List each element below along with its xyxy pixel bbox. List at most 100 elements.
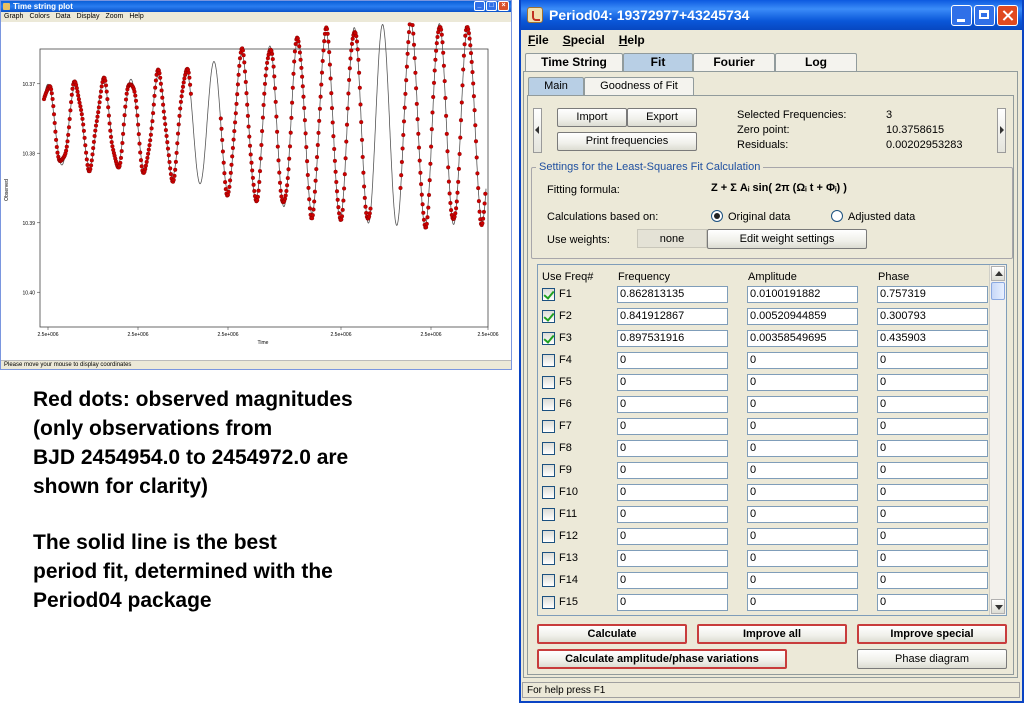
tab-fit[interactable]: Fit [623,53,693,72]
tab-fourier[interactable]: Fourier [693,53,775,71]
use-freq-checkbox[interactable] [542,486,555,499]
tab-goodness-of-fit[interactable]: Goodness of Fit [584,77,694,95]
amplitude-field[interactable]: 0.0100191882 [747,286,858,303]
time-string-chart[interactable]: 10.37 10.38 10.39 10.40 2.5e+006 2.5e+006 2.5e… [1,22,511,360]
amplitude-field[interactable]: 0 [747,594,858,611]
phase-field[interactable]: 0 [877,374,988,391]
frequency-field[interactable]: 0 [617,572,728,589]
scrollbar-thumb[interactable] [991,282,1005,300]
import-button[interactable]: Import [557,108,627,127]
menu-display[interactable]: Display [77,12,100,22]
table-scrollbar[interactable] [989,265,1006,615]
amplitude-field[interactable]: 0 [747,550,858,567]
phase-field[interactable]: 0 [877,572,988,589]
use-freq-checkbox[interactable] [542,332,555,345]
use-freq-checkbox[interactable] [542,398,555,411]
use-freq-checkbox[interactable] [542,530,555,543]
scroll-right-button[interactable] [997,108,1006,153]
tab-time-string[interactable]: Time String [525,53,623,71]
frequency-field[interactable]: 0 [617,374,728,391]
amplitude-field[interactable]: 0.00520944859 [747,308,858,325]
phase-field[interactable]: 0.757319 [877,286,988,303]
phase-field[interactable]: 0 [877,484,988,501]
improve-all-button[interactable]: Improve all [697,624,847,644]
phase-field[interactable]: 0 [877,352,988,369]
amplitude-field[interactable]: 0.00358549695 [747,330,858,347]
tab-main[interactable]: Main [528,77,584,96]
menu-help[interactable]: Help [619,30,645,50]
amplitude-field[interactable]: 0 [747,572,858,589]
frequency-field[interactable]: 0 [617,528,728,545]
amplitude-phase-variations-button[interactable]: Calculate amplitude/phase variations [537,649,787,669]
use-freq-checkbox[interactable] [542,552,555,565]
use-freq-checkbox[interactable] [542,574,555,587]
close-button[interactable]: × [498,1,509,11]
export-button[interactable]: Export [627,108,697,127]
menu-help[interactable]: Help [129,12,143,22]
menu-data[interactable]: Data [56,12,71,22]
use-freq-checkbox[interactable] [542,354,555,367]
amplitude-field[interactable]: 0 [747,418,858,435]
use-freq-checkbox[interactable] [542,420,555,433]
frequency-field[interactable]: 0 [617,550,728,567]
scroll-left-button[interactable] [533,108,542,153]
scroll-down-button[interactable] [991,599,1005,614]
frequency-field[interactable]: 0 [617,396,728,413]
improve-special-button[interactable]: Improve special [857,624,1007,644]
frequency-field[interactable]: 0 [617,506,728,523]
phase-field[interactable]: 0 [877,462,988,479]
close-button[interactable] [997,5,1018,26]
frequency-field[interactable]: 0.897531916 [617,330,728,347]
phase-field[interactable]: 0 [877,550,988,567]
amplitude-field[interactable]: 0 [747,528,858,545]
frequency-field[interactable]: 0 [617,440,728,457]
frequency-field[interactable]: 0 [617,352,728,369]
phase-diagram-button[interactable]: Phase diagram [857,649,1007,669]
edit-weight-settings-button[interactable]: Edit weight settings [707,229,867,249]
amplitude-field[interactable]: 0 [747,396,858,413]
use-freq-checkbox[interactable] [542,596,555,609]
phase-field[interactable]: 0.300793 [877,308,988,325]
use-freq-checkbox[interactable] [542,288,555,301]
frequency-field[interactable]: 0.862813135 [617,286,728,303]
frequency-field[interactable]: 0 [617,462,728,479]
amplitude-field[interactable]: 0 [747,352,858,369]
minimize-button[interactable]: _ [474,1,485,11]
print-frequencies-button[interactable]: Print frequencies [557,132,697,151]
phase-field[interactable]: 0 [877,440,988,457]
phase-field[interactable]: 0.435903 [877,330,988,347]
amplitude-field[interactable]: 0 [747,374,858,391]
frequency-field[interactable]: 0.841912867 [617,308,728,325]
maximize-button[interactable]: □ [486,1,497,11]
use-freq-checkbox[interactable] [542,310,555,323]
use-freq-checkbox[interactable] [542,464,555,477]
minimize-button[interactable] [951,5,972,26]
frequency-field[interactable]: 0 [617,594,728,611]
menu-file[interactable]: File [528,30,549,50]
original-data-radio[interactable] [711,210,723,222]
frequency-field[interactable]: 0 [617,418,728,435]
menu-zoom[interactable]: Zoom [105,12,123,22]
menu-special[interactable]: Special [563,30,605,50]
phase-field[interactable]: 0 [877,594,988,611]
amplitude-field[interactable]: 0 [747,506,858,523]
phase-field[interactable]: 0 [877,418,988,435]
use-freq-checkbox[interactable] [542,508,555,521]
amplitude-field[interactable]: 0 [747,462,858,479]
use-freq-checkbox[interactable] [542,376,555,389]
amplitude-field[interactable]: 0 [747,484,858,501]
tab-log[interactable]: Log [775,53,857,71]
maximize-button[interactable] [974,5,995,26]
calculate-button[interactable]: Calculate [537,624,687,644]
scroll-up-button[interactable] [991,266,1005,281]
use-freq-checkbox[interactable] [542,442,555,455]
phase-field[interactable]: 0 [877,396,988,413]
frequency-field[interactable]: 0 [617,484,728,501]
amplitude-field[interactable]: 0 [747,440,858,457]
data-point [237,63,242,68]
menu-graph[interactable]: Graph [4,12,23,22]
menu-colors[interactable]: Colors [29,12,49,22]
phase-field[interactable]: 0 [877,506,988,523]
adjusted-data-radio[interactable] [831,210,843,222]
phase-field[interactable]: 0 [877,528,988,545]
